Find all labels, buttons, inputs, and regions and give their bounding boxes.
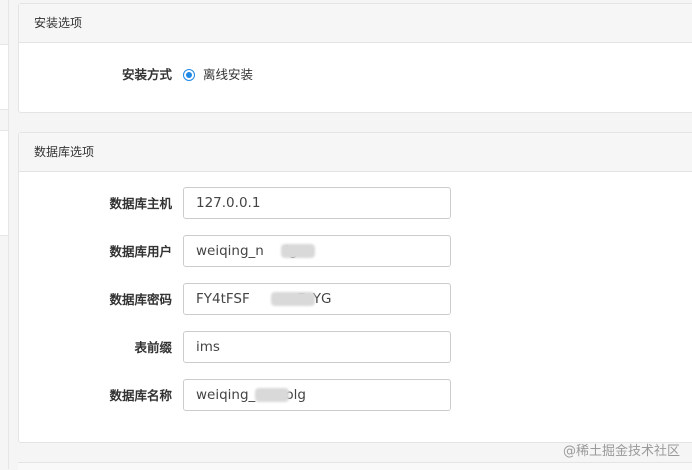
db-user-input[interactable] bbox=[183, 235, 451, 267]
table-prefix-input[interactable] bbox=[183, 331, 451, 363]
redaction-blur bbox=[255, 388, 289, 402]
database-options-panel: 数据库选项 数据库主机 数据库用户 数据库密码 表前缀 数据库名称 bbox=[18, 132, 692, 443]
db-user-label: 数据库用户 bbox=[109, 244, 172, 259]
db-host-label: 数据库主机 bbox=[109, 196, 172, 211]
db-password-label: 数据库密码 bbox=[109, 292, 172, 307]
database-options-heading: 数据库选项 bbox=[19, 133, 692, 172]
db-user-row: 数据库用户 bbox=[19, 235, 692, 269]
redaction-blur bbox=[271, 292, 315, 306]
offline-install-label[interactable]: 离线安装 bbox=[203, 58, 253, 92]
db-password-row: 数据库密码 bbox=[19, 283, 692, 317]
left-sidebar-segment bbox=[0, 44, 8, 110]
left-sidebar-edge bbox=[0, 0, 9, 469]
db-name-label: 数据库名称 bbox=[109, 388, 172, 403]
db-name-row: 数据库名称 bbox=[19, 379, 692, 413]
install-method-label: 安装方式 bbox=[121, 67, 172, 82]
offline-install-radio[interactable] bbox=[183, 69, 195, 81]
db-password-input[interactable] bbox=[183, 283, 451, 315]
db-host-row: 数据库主机 bbox=[19, 187, 692, 221]
install-options-heading: 安装选项 bbox=[19, 4, 692, 43]
install-method-row: 安装方式 离线安装 bbox=[19, 58, 692, 92]
redaction-blur bbox=[281, 244, 315, 258]
table-prefix-label: 表前缀 bbox=[134, 340, 172, 355]
watermark: @稀土掘金技术社区 bbox=[562, 444, 680, 459]
db-name-input[interactable] bbox=[183, 379, 451, 411]
db-host-input[interactable] bbox=[183, 187, 451, 219]
left-sidebar-segment bbox=[0, 130, 8, 236]
table-prefix-row: 表前缀 bbox=[19, 331, 692, 365]
install-options-panel: 安装选项 安装方式 离线安装 bbox=[18, 3, 692, 113]
